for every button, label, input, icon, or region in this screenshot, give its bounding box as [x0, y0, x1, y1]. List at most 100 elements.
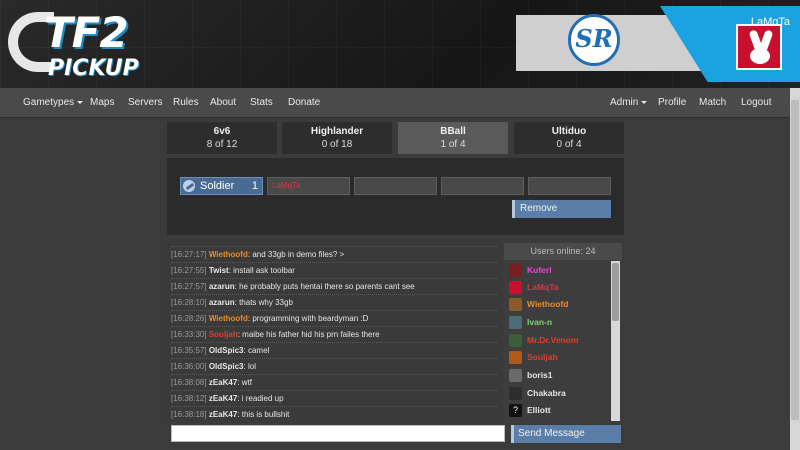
chat-user[interactable]: Twist: [209, 266, 229, 275]
logo-top-text: TF2: [44, 8, 129, 57]
chat-message-input[interactable]: [171, 425, 505, 442]
logo-bottom-text: PICKUP: [48, 56, 139, 81]
chat-message: lol: [247, 362, 256, 371]
chat-message: programming with beardyman :D: [252, 314, 369, 323]
tab-bball[interactable]: BBall 1 of 4: [398, 122, 508, 154]
chat-time: [16:38:12]: [171, 394, 207, 403]
class-panel: [167, 158, 624, 235]
send-message-button[interactable]: Send Message: [511, 425, 621, 443]
online-user[interactable]: Kuferl: [509, 262, 611, 280]
tab-6v6[interactable]: 6v6 8 of 12: [167, 122, 277, 154]
chat-time: [16:28:10]: [171, 298, 207, 307]
chat-line: [16:33:30] Souljah: maibe his father hid…: [171, 326, 497, 342]
chat-message: and 33gb in demo files? >: [252, 250, 345, 259]
chat-time: [16:27:55]: [171, 266, 207, 275]
online-user[interactable]: Mr.Dr.Venom: [509, 332, 611, 350]
tab-name: 6v6: [213, 126, 231, 137]
chat-line: [16:35:57] OldSpic3: camel: [171, 342, 497, 358]
online-user-name: Kuferl: [527, 265, 552, 275]
chat-message: i readied up: [241, 394, 284, 403]
user-avatar-icon: [509, 264, 522, 277]
nav-admin[interactable]: Admin: [610, 97, 648, 108]
nav-stats[interactable]: Stats: [250, 97, 273, 108]
class-soldier-button[interactable]: Soldier 1: [180, 177, 263, 195]
chat-user[interactable]: OldSpic3: [209, 346, 244, 355]
nav-match[interactable]: Match: [699, 97, 726, 108]
nav-gametypes[interactable]: Gametypes: [23, 97, 84, 108]
page-scrollbar-thumb[interactable]: [791, 100, 799, 420]
site-logo[interactable]: TF2 PICKUP: [8, 6, 139, 82]
chat-line: [16:28:26] Wiethoofd: programming with b…: [171, 310, 497, 326]
online-user-name: Elliott: [527, 405, 551, 415]
chat-log[interactable]: [16:27:17] Wiethoofd: and 33gb in demo f…: [167, 240, 500, 423]
chat-user[interactable]: Wiethoofd: [209, 314, 248, 323]
tab-name: Ultiduo: [551, 126, 587, 137]
player-slot[interactable]: [528, 177, 611, 195]
nav-gametypes-label: Gametypes: [23, 97, 75, 108]
user-avatar-icon: [509, 334, 522, 347]
chat-user[interactable]: zEaK47: [209, 394, 237, 403]
chat-user[interactable]: Wiethoofd: [209, 250, 248, 259]
online-user[interactable]: Wiethoofd: [509, 296, 611, 314]
user-avatar[interactable]: [736, 24, 782, 70]
tab-ultiduo[interactable]: Ultiduo 0 of 4: [514, 122, 624, 154]
unknown-user-icon: ?: [509, 404, 522, 417]
chat-user[interactable]: zEaK47: [209, 410, 237, 419]
chat-line: [16:27:57] azarun: he probably puts hent…: [171, 278, 497, 294]
online-user[interactable]: Chakabra: [509, 385, 611, 403]
user-avatar-icon: [509, 387, 522, 400]
chat-message: thats why 33gb: [239, 298, 293, 307]
online-user[interactable]: boris1: [509, 367, 611, 385]
chat-user[interactable]: azarun: [209, 298, 235, 307]
nav-profile[interactable]: Profile: [658, 97, 686, 108]
users-scrollbar-thumb[interactable]: [612, 263, 619, 321]
player-slot[interactable]: [441, 177, 524, 195]
tab-count: 1 of 4: [440, 139, 466, 150]
chat-user[interactable]: azarun: [209, 282, 235, 291]
nav-maps[interactable]: Maps: [90, 97, 114, 108]
user-avatar-icon: [509, 298, 522, 311]
chat-user[interactable]: zEaK47: [209, 378, 237, 387]
partner-logo[interactable]: SR: [568, 14, 620, 66]
chat-message: install ask toolbar: [233, 266, 295, 275]
online-user-name: Ivan-n: [527, 317, 553, 327]
caret-down-icon: [77, 100, 84, 104]
nav-servers[interactable]: Servers: [128, 97, 162, 108]
chat-user[interactable]: OldSpic3: [209, 362, 244, 371]
online-user-name: Mr.Dr.Venom: [527, 335, 579, 345]
player-slot[interactable]: [354, 177, 437, 195]
chat-time: [16:33:30]: [171, 330, 207, 339]
chat-time: [16:28:26]: [171, 314, 207, 323]
partner-logo-text: SR: [575, 24, 613, 53]
chat-message: camel: [247, 346, 270, 355]
user-avatar-icon: [509, 316, 522, 329]
caret-down-icon: [641, 100, 648, 104]
player-slot[interactable]: LaMqTa: [267, 177, 350, 195]
chat-user[interactable]: Souljah: [209, 330, 238, 339]
tab-count: 0 of 4: [556, 139, 582, 150]
online-user[interactable]: LaMqTa: [509, 279, 611, 297]
users-scrollbar[interactable]: [611, 261, 620, 421]
nav-donate[interactable]: Donate: [288, 97, 320, 108]
user-avatar-icon: [509, 281, 522, 294]
nav-rules[interactable]: Rules: [173, 97, 199, 108]
chat-message: he probably puts hentai there so parents…: [239, 282, 415, 291]
online-user[interactable]: Ivan-n: [509, 314, 611, 332]
chat-line: [16:36:00] OldSpic3: lol: [171, 358, 497, 374]
chat-time: [16:27:17]: [171, 250, 207, 259]
online-user-name: Wiethoofd: [527, 299, 569, 309]
online-user[interactable]: ? Elliott: [509, 402, 611, 420]
nav-about[interactable]: About: [210, 97, 236, 108]
tab-name: Highlander: [310, 126, 364, 137]
chat-line: [16:38:08] zEaK47: wtf: [171, 374, 497, 390]
tab-highlander[interactable]: Highlander 0 of 18: [282, 122, 392, 154]
online-user[interactable]: Souljah: [509, 349, 611, 367]
user-avatar-icon: [509, 369, 522, 382]
tab-name: BBall: [440, 126, 466, 137]
page-scrollbar[interactable]: [790, 88, 800, 450]
online-user-name: boris1: [527, 370, 553, 380]
remove-button[interactable]: Remove: [512, 200, 611, 218]
chat-message: wtf: [241, 378, 252, 387]
nav-logout[interactable]: Logout: [741, 97, 772, 108]
class-count: 1: [251, 180, 258, 192]
